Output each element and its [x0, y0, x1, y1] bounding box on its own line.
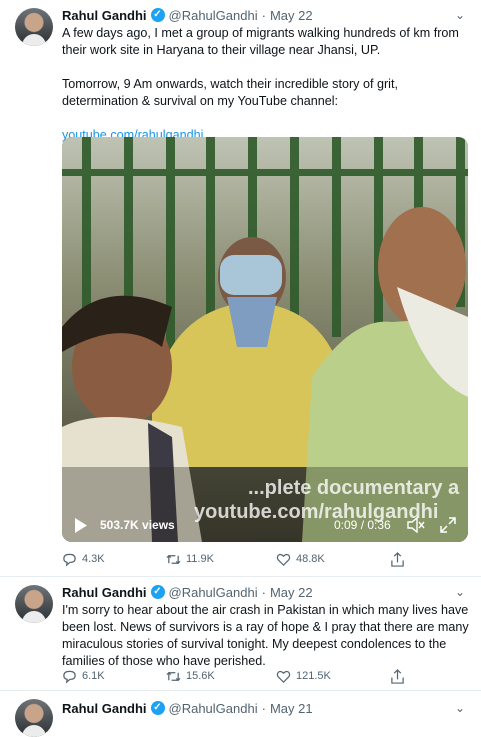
share-icon	[391, 551, 404, 567]
tweet[interactable]: Rahul Gandhi ✓ @RahulGandhi · May 22 ⌄ A…	[0, 0, 481, 577]
author-name[interactable]: Rahul Gandhi	[62, 585, 147, 600]
fullscreen-icon[interactable]	[440, 517, 456, 533]
retweet-icon	[166, 671, 181, 681]
tweet-header: Rahul Gandhi ✓ @RahulGandhi · May 21	[62, 699, 313, 717]
avatar[interactable]	[15, 699, 53, 737]
play-icon[interactable]	[74, 518, 88, 533]
reply-button[interactable]: 4.3K	[62, 552, 166, 567]
tweet[interactable]: Rahul Gandhi ✓ @RahulGandhi · May 22 ⌄ I…	[0, 577, 481, 691]
avatar[interactable]	[15, 8, 53, 46]
verified-badge-icon: ✓	[150, 585, 165, 599]
tweet-text-para: Tomorrow, 9 Am onwards, watch their incr…	[62, 77, 398, 108]
video-views: 503.7K views	[100, 518, 175, 532]
like-button[interactable]: 48.8K	[276, 552, 390, 567]
author-handle[interactable]: @RahulGandhi	[169, 585, 258, 600]
retweet-count: 15.6K	[186, 670, 215, 682]
tweet-header: Rahul Gandhi ✓ @RahulGandhi · May 22	[62, 6, 313, 24]
verified-badge-icon: ✓	[150, 8, 165, 22]
separator: ·	[261, 7, 266, 23]
reply-count: 6.1K	[82, 670, 105, 682]
tweet-actions: 4.3K 11.9K 48.8K	[62, 551, 410, 567]
share-button[interactable]	[390, 668, 410, 684]
share-button[interactable]	[390, 551, 410, 567]
video-overlay-line2: youtube.com/rahulgandhi	[194, 501, 439, 523]
tweet-text: I'm sorry to hear about the air crash in…	[62, 603, 469, 668]
tweet[interactable]: Rahul Gandhi ✓ @RahulGandhi · May 21 ⌄	[0, 691, 481, 737]
reply-button[interactable]: 6.1K	[62, 669, 166, 684]
like-button[interactable]: 121.5K	[276, 669, 390, 684]
chevron-down-icon[interactable]: ⌄	[453, 8, 467, 22]
reply-count: 4.3K	[82, 553, 105, 565]
separator: ·	[261, 700, 266, 716]
retweet-button[interactable]: 11.9K	[166, 552, 276, 567]
share-icon	[391, 668, 404, 684]
retweet-count: 11.9K	[186, 553, 214, 565]
tweet-text-para: A few days ago, I met a group of migrant…	[62, 26, 459, 57]
like-count: 48.8K	[296, 553, 325, 565]
tweet-text: A few days ago, I met a group of migrant…	[62, 25, 470, 144]
author-handle[interactable]: @RahulGandhi	[169, 701, 258, 716]
retweet-icon	[166, 554, 181, 564]
video-overlay-line1: ...plete documentary a	[248, 477, 460, 499]
video-player[interactable]: ...plete documentary a youtube.com/rahul…	[62, 137, 468, 542]
heart-icon	[276, 670, 291, 683]
chevron-down-icon[interactable]: ⌄	[453, 701, 467, 715]
mute-icon[interactable]	[407, 517, 425, 533]
tweet-header: Rahul Gandhi ✓ @RahulGandhi · May 22	[62, 583, 313, 601]
tweet-date[interactable]: May 22	[270, 8, 313, 23]
author-name[interactable]: Rahul Gandhi	[62, 701, 147, 716]
verified-badge-icon: ✓	[150, 701, 165, 715]
video-time: 0:09 / 0:36	[334, 518, 391, 532]
retweet-button[interactable]: 15.6K	[166, 669, 276, 684]
like-count: 121.5K	[296, 670, 331, 682]
tweet-date[interactable]: May 21	[270, 701, 313, 716]
reply-icon	[63, 670, 76, 684]
heart-icon	[276, 553, 291, 566]
author-handle[interactable]: @RahulGandhi	[169, 8, 258, 23]
reply-icon	[63, 553, 76, 567]
separator: ·	[261, 584, 266, 600]
tweet-actions: 6.1K 15.6K 121.5K	[62, 668, 410, 684]
author-name[interactable]: Rahul Gandhi	[62, 8, 147, 23]
chevron-down-icon[interactable]: ⌄	[453, 585, 467, 599]
avatar[interactable]	[15, 585, 53, 623]
tweet-date[interactable]: May 22	[270, 585, 313, 600]
